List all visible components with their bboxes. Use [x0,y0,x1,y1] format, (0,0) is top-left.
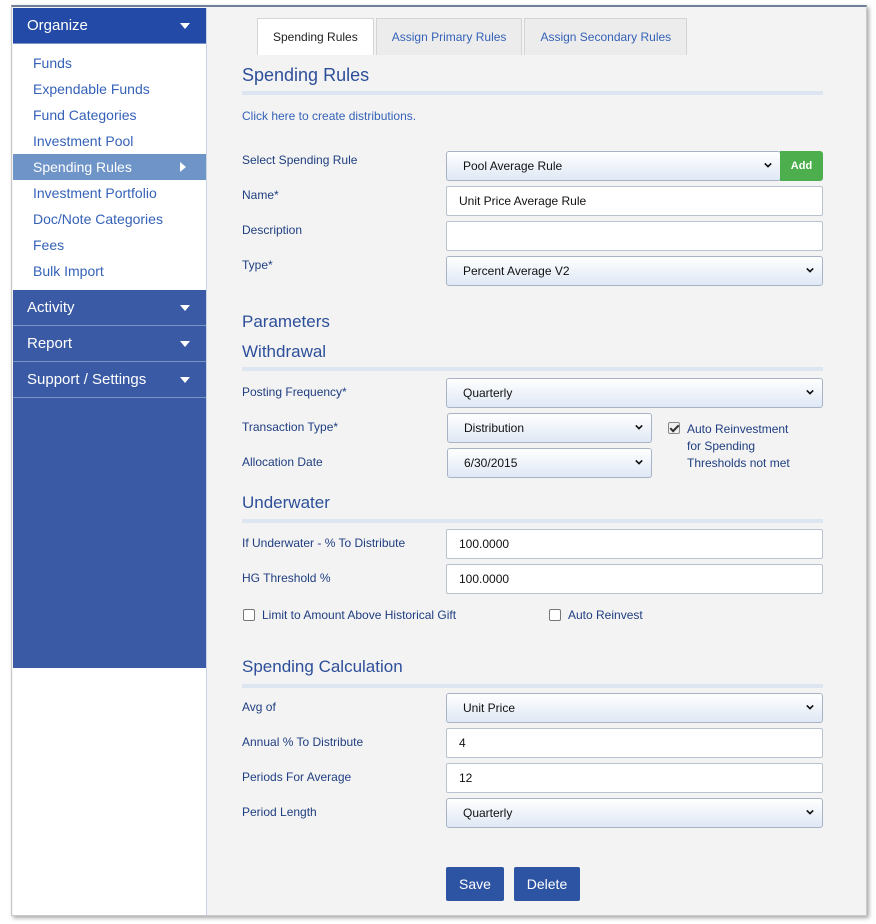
sidebar-item-expendable-funds[interactable]: Expendable Funds [13,76,206,102]
menu-support-settings[interactable]: Support / Settings [13,362,206,398]
period-length-dropdown[interactable]: Quarterly [446,798,823,828]
avg-of-dropdown[interactable]: Unit Price [446,693,823,723]
posting-frequency-value: Quarterly [463,386,513,400]
auto-reinvest-label: Auto Reinvest [568,608,643,622]
sidebar-item-investment-portfolio[interactable]: Investment Portfolio [13,180,206,206]
avg-of-value: Unit Price [463,701,516,715]
posting-frequency-label: Posting Frequency* [242,385,347,399]
name-field[interactable]: Unit Price Average Rule [446,186,823,216]
chevron-down-icon [806,809,814,815]
sidebar-item-spending-rules[interactable]: Spending Rules [13,154,206,180]
delete-button[interactable]: Delete [514,867,580,901]
chevron-down-icon [764,162,772,168]
menu-activity[interactable]: Activity [13,290,206,326]
period-length-value: Quarterly [463,806,513,820]
sidebar-item-fund-categories[interactable]: Fund Categories [13,102,206,128]
caret-down-icon [180,377,190,383]
menu-organize[interactable]: Organize [13,8,206,44]
type-label: Type* [242,258,273,272]
withdrawal-title: Withdrawal [242,342,327,361]
sidebar-item-fees[interactable]: Fees [13,232,206,258]
posting-frequency-dropdown[interactable]: Quarterly [446,378,823,408]
menu-activity-label: Activity [27,299,75,316]
annual-pct-label: Annual % To Distribute [242,735,364,749]
underwater-title: Underwater [242,493,330,512]
chevron-down-icon [635,424,643,430]
sidebar-item-bulk-import[interactable]: Bulk Import [13,258,206,284]
tab-assign-secondary-rules[interactable]: Assign Secondary Rules [524,18,688,55]
periods-for-average-field[interactable]: 12 [446,763,823,793]
transaction-type-dropdown[interactable]: Distribution [447,413,652,443]
save-button[interactable]: Save [446,867,504,901]
page-title: Spending Rules [242,65,370,85]
periods-for-average-label: Periods For Average [242,770,352,784]
divider [242,91,823,95]
name-label: Name* [242,188,279,202]
select-rule-value: Pool Average Rule [463,159,563,173]
parameters-title: Parameters [242,312,330,331]
menu-report-label: Report [27,335,73,352]
spending-calculation-title: Spending Calculation [242,657,403,676]
allocation-date-value: 6/30/2015 [464,456,518,470]
tab-spending-rules[interactable]: Spending Rules [257,18,374,55]
menu-report[interactable]: Report [13,326,206,362]
select-rule-dropdown[interactable]: Pool Average Rule [446,151,781,181]
caret-down-icon [180,23,190,29]
underwater-pct-label: If Underwater - % To Distribute [242,536,406,550]
divider [242,519,823,523]
sidebar-fill [13,398,206,668]
caret-down-icon [180,341,190,347]
avg-of-label: Avg of [242,700,276,714]
menu-organize-label: Organize [27,17,88,34]
description-label: Description [242,223,303,237]
hg-threshold-label: HG Threshold % [242,571,331,585]
menu-support-label: Support / Settings [27,371,147,388]
hg-threshold-field[interactable]: 100.0000 [446,564,823,594]
limit-historical-gift-checkbox[interactable] [243,609,255,621]
auto-reinvest-checkbox[interactable] [549,609,561,621]
sidebar-item-doc-note-categories[interactable]: Doc/Note Categories [13,206,206,232]
description-field[interactable] [446,221,823,251]
app-window: Organize Funds Expendable Funds Fund Cat… [11,5,867,916]
divider [242,684,823,688]
add-button[interactable]: Add [780,151,823,181]
chevron-down-icon [635,459,643,465]
select-rule-label: Select Spending Rule [242,153,358,167]
auto-reinvestment-line1: Auto Reinvestment [687,422,789,436]
sidebar: Organize Funds Expendable Funds Fund Cat… [13,8,207,915]
chevron-down-icon [806,704,814,710]
type-dropdown[interactable]: Percent Average V2 [446,256,823,286]
transaction-type-value: Distribution [464,421,525,435]
period-length-label: Period Length [242,805,317,819]
chevron-down-icon [806,267,814,273]
sidebar-item-funds[interactable]: Funds [13,50,206,76]
organize-submenu: Funds Expendable Funds Fund Categories I… [13,44,206,290]
auto-reinvestment-line3: Thresholds not met [687,456,790,470]
tab-bar: Spending Rules Assign Primary Rules Assi… [257,18,689,55]
annual-pct-field[interactable]: 4 [446,728,823,758]
auto-reinvestment-line2: for Spending [687,439,756,453]
chevron-down-icon [806,389,814,395]
create-distributions-link[interactable]: Click here to create distributions. [242,109,416,123]
auto-reinvestment-label: Auto Reinvestment for Spending Threshold… [687,421,790,472]
limit-historical-gift-label: Limit to Amount Above Historical Gift [262,608,457,622]
type-value: Percent Average V2 [463,264,570,278]
allocation-date-label: Allocation Date [242,455,323,469]
allocation-date-dropdown[interactable]: 6/30/2015 [447,448,652,478]
divider [242,367,823,371]
underwater-pct-field[interactable]: 100.0000 [446,529,823,559]
sidebar-item-label: Spending Rules [33,159,132,175]
auto-reinvestment-checkbox[interactable] [668,422,680,434]
tab-assign-primary-rules[interactable]: Assign Primary Rules [375,18,523,55]
transaction-type-label: Transaction Type* [242,420,339,434]
caret-right-icon [180,162,186,172]
caret-down-icon [180,305,190,311]
sidebar-item-investment-pool[interactable]: Investment Pool [13,128,206,154]
